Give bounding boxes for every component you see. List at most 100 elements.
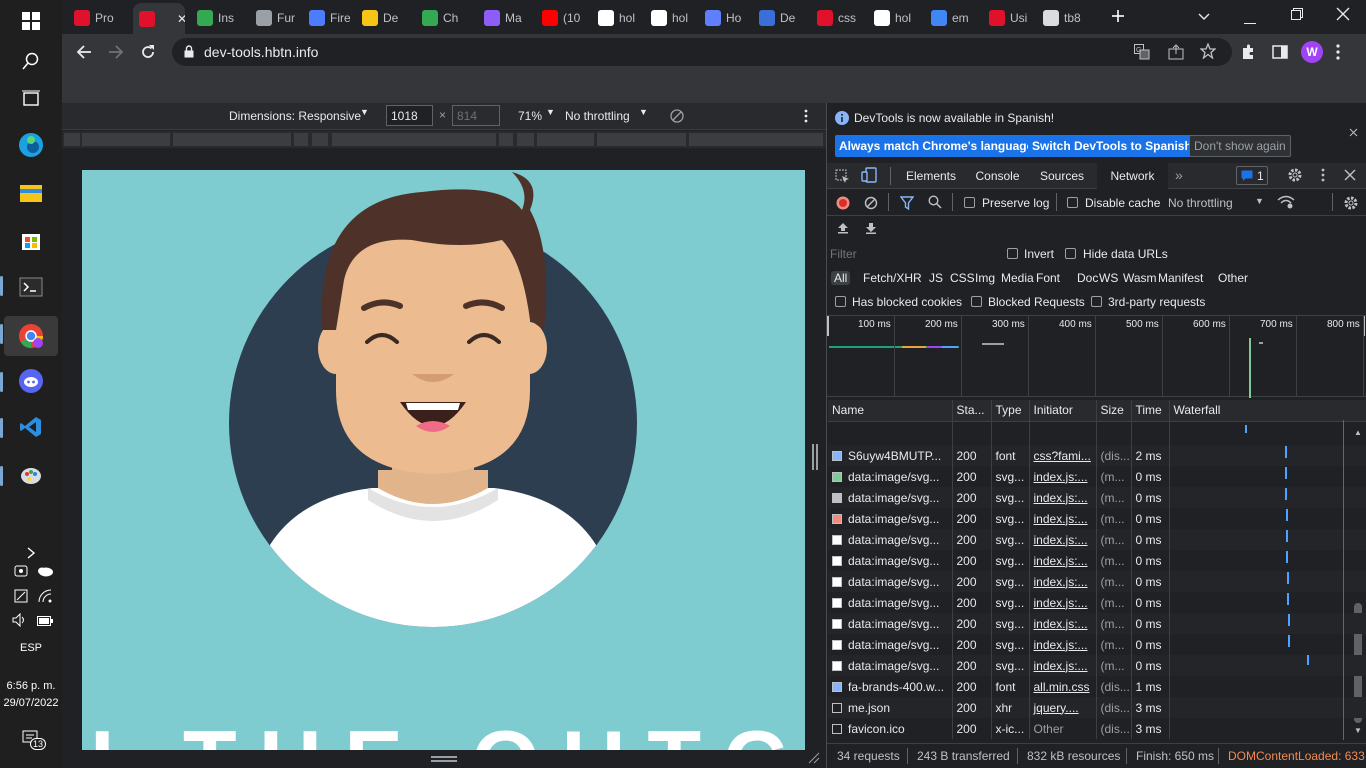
third-party-checkbox[interactable] xyxy=(1091,296,1102,307)
type-filter-wasm[interactable]: Wasm xyxy=(1120,271,1160,285)
side-panel-icon[interactable] xyxy=(1272,45,1288,62)
browser-tab[interactable]: ✕ xyxy=(133,3,185,34)
more-tabs-icon[interactable]: » xyxy=(1175,167,1183,183)
type-filter-js[interactable]: JS xyxy=(926,271,946,285)
browser-tab[interactable]: css xyxy=(811,5,862,30)
network-throttling-select[interactable]: No throttling xyxy=(1168,196,1233,210)
table-row[interactable]: data:image/svg... 200 svg... index.js:... (m… xyxy=(828,634,1366,655)
browser-tab[interactable]: Ins xyxy=(191,5,244,30)
device-toggle-icon[interactable] xyxy=(861,167,877,186)
resize-handle-bottom[interactable] xyxy=(431,756,457,762)
tab-console[interactable]: Console xyxy=(969,163,1026,189)
switch-spanish-button[interactable]: Switch DevTools to Spanish xyxy=(1028,135,1196,157)
height-input[interactable]: 814 xyxy=(452,105,500,126)
disable-cache-checkbox[interactable] xyxy=(1067,197,1078,208)
cell-initiator[interactable]: index.js:... xyxy=(1029,550,1097,571)
ruler-segment[interactable] xyxy=(173,133,291,146)
throttling-arrow-icon[interactable]: ▼ xyxy=(1255,196,1264,206)
cell-initiator[interactable]: index.js:... xyxy=(1029,655,1097,676)
reload-icon[interactable] xyxy=(140,44,156,63)
rotate-disabled-icon[interactable] xyxy=(670,109,684,126)
type-filter-font[interactable]: Font xyxy=(1033,271,1063,285)
ruler-segment[interactable] xyxy=(517,133,534,146)
task-view-icon[interactable] xyxy=(14,82,48,116)
type-filter-manifest[interactable]: Manifest xyxy=(1155,271,1206,285)
throttling-dropdown-icon[interactable]: ▼ xyxy=(639,107,648,117)
issues-counter[interactable]: 1 xyxy=(1236,166,1268,185)
customize-menu-icon[interactable] xyxy=(1321,168,1325,185)
bookmark-star-icon[interactable] xyxy=(1199,42,1217,62)
overview-left-handle[interactable] xyxy=(827,316,829,336)
cell-initiator[interactable]: Other xyxy=(1029,718,1097,739)
zoom-dropdown-icon[interactable]: ▼ xyxy=(546,107,555,117)
back-icon[interactable] xyxy=(76,44,92,63)
filter-input[interactable] xyxy=(830,245,994,263)
share-icon[interactable] xyxy=(1168,44,1184,63)
device-more-icon[interactable] xyxy=(804,109,808,126)
ruler-segment[interactable] xyxy=(82,133,170,146)
ruler-segment[interactable] xyxy=(499,133,513,146)
type-filter-fetch-xhr[interactable]: Fetch/XHR xyxy=(860,271,925,285)
table-row[interactable]: data:image/svg... 200 svg... index.js:... (m… xyxy=(828,655,1366,676)
tab-elements[interactable]: Elements xyxy=(898,163,964,189)
close-tab-icon[interactable]: ✕ xyxy=(177,12,185,26)
extensions-icon[interactable] xyxy=(1240,44,1256,63)
hide-data-urls-checkbox[interactable] xyxy=(1065,248,1076,259)
browser-tab[interactable]: tb8 xyxy=(1037,5,1083,30)
notification-icon[interactable]: 13 xyxy=(22,730,47,750)
filter-icon[interactable] xyxy=(899,196,915,213)
throttling-select[interactable]: No throttling xyxy=(565,109,630,123)
ruler-segment[interactable] xyxy=(64,133,80,146)
cell-initiator[interactable]: index.js:... xyxy=(1029,529,1097,550)
cell-initiator[interactable]: index.js:... xyxy=(1029,613,1097,634)
lock-icon[interactable] xyxy=(184,45,194,61)
column-header[interactable]: Time xyxy=(1131,400,1170,422)
ruler-segment[interactable] xyxy=(689,133,823,146)
record-icon[interactable] xyxy=(836,196,850,213)
translate-icon[interactable]: G xyxy=(1134,44,1150,63)
column-header[interactable]: Name xyxy=(828,400,953,422)
column-header[interactable]: Sta... xyxy=(952,400,992,422)
cell-initiator[interactable]: all.min.css xyxy=(1029,676,1097,697)
preserve-log-checkbox[interactable] xyxy=(964,197,975,208)
settings-gear-icon[interactable] xyxy=(1287,167,1303,186)
cell-initiator[interactable]: index.js:... xyxy=(1029,487,1097,508)
column-header[interactable]: Type xyxy=(991,400,1030,422)
url-text[interactable]: dev-tools.hbtn.info xyxy=(204,44,318,60)
minimize-icon[interactable] xyxy=(1244,14,1256,28)
cell-initiator[interactable]: index.js:... xyxy=(1029,571,1097,592)
input-language[interactable]: ESP xyxy=(0,642,62,654)
new-tab-icon[interactable] xyxy=(1110,8,1126,27)
onedrive-icon[interactable] xyxy=(36,565,54,580)
type-filter-other[interactable]: Other xyxy=(1215,271,1251,285)
meet-now-icon[interactable] xyxy=(14,564,28,581)
cell-initiator[interactable]: css?fami... xyxy=(1029,445,1097,466)
type-filter-all[interactable]: All xyxy=(831,271,851,285)
inspect-element-icon[interactable] xyxy=(835,169,850,187)
browser-tab[interactable]: hol xyxy=(592,5,639,30)
cell-initiator[interactable]: index.js:... xyxy=(1029,466,1097,487)
network-device-icon[interactable] xyxy=(14,589,28,606)
discord-icon[interactable] xyxy=(14,364,48,398)
network-overview[interactable]: 100 ms 200 ms 300 ms 400 ms 500 ms 600 ms 700 … xyxy=(827,315,1366,398)
tab-network[interactable]: Network xyxy=(1097,163,1168,189)
browser-tab[interactable]: hol xyxy=(868,5,919,30)
match-language-button[interactable]: Always match Chrome's language xyxy=(835,135,1038,157)
width-input[interactable]: 1018 xyxy=(386,105,433,126)
type-filter-media[interactable]: Media xyxy=(998,271,1037,285)
browser-tab[interactable]: (10 xyxy=(536,5,586,30)
ruler-segment[interactable] xyxy=(597,133,686,146)
browser-tab[interactable]: Usi xyxy=(983,5,1031,30)
browser-tab[interactable]: em xyxy=(925,5,977,30)
wifi-icon[interactable] xyxy=(38,589,52,606)
type-filter-img[interactable]: Img xyxy=(972,271,998,285)
tab-search-icon[interactable] xyxy=(1198,10,1210,24)
resize-handle-corner[interactable] xyxy=(808,752,820,767)
table-row[interactable]: fa-brands-400.w... 200 font all.min.css (dis… xyxy=(828,676,1366,697)
import-har-icon[interactable] xyxy=(837,222,849,237)
restore-icon[interactable] xyxy=(1291,8,1303,23)
store-icon[interactable] xyxy=(14,224,48,258)
blocked-requests-checkbox[interactable] xyxy=(971,296,982,307)
column-header[interactable]: Waterfall xyxy=(1169,400,1366,422)
vscode-icon[interactable] xyxy=(14,410,48,444)
